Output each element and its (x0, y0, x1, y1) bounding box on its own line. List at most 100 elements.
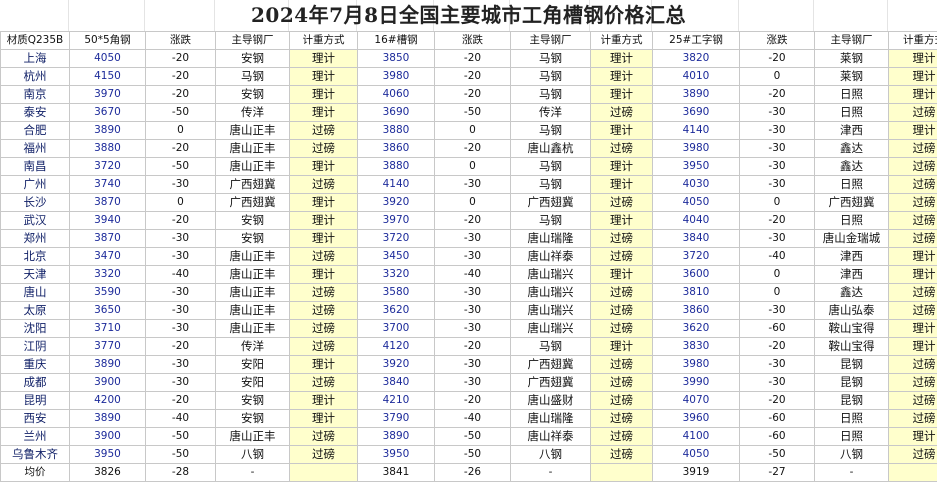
cell-channel-steel-change: -30 (434, 319, 511, 339)
cell-angle-steel-mill: 安阳 (215, 355, 290, 375)
cell-angle-steel-method: 过磅 (289, 301, 358, 321)
cell-channel-steel-price: 3970 (357, 211, 435, 231)
cell-angle-steel-change: -30 (145, 373, 216, 393)
cell-angle-steel-method: 过磅 (289, 247, 358, 267)
cell-angle-steel-price: 3650 (69, 301, 146, 321)
cell-i-beam-price: 3960 (652, 409, 740, 429)
cell-i-beam-price: 3820 (652, 49, 740, 69)
cell-angle-steel-mill: 唐山正丰 (215, 121, 290, 141)
table-row: 南京 3970 -20 安钢 理计 4060 -20 马钢 理计 3890 -20 日照 理计 (0, 85, 937, 105)
cell-channel-steel-change: -50 (434, 103, 511, 123)
cell-city: 重庆 (0, 355, 70, 375)
cell-i-beam-mill: 唐山弘泰 (814, 301, 889, 321)
cell-i-beam-change: -30 (739, 175, 815, 195)
cell-i-beam-mill: 日照 (814, 427, 889, 447)
cell-angle-steel-method: 理计 (289, 229, 358, 249)
table-row: 广州 3740 -30 广西翅冀 过磅 4140 -30 马钢 理计 4030 -30 日照 过磅 (0, 175, 937, 195)
cell-channel-steel-method: 过磅 (590, 391, 653, 411)
cell-i-beam-method: 理计 (888, 67, 937, 87)
table-row: 沈阳 3710 -30 唐山正丰 过磅 3700 -30 唐山瑞兴 过磅 3620 -60 鞍山宝得理… (0, 319, 937, 339)
cell-channel-steel-price: 3620 (357, 301, 435, 321)
cell-channel-steel-mill: 马钢 (510, 121, 591, 141)
cell-i-beam-method: 理计 (888, 85, 937, 105)
cell-i-beam-method: 过磅 (888, 355, 937, 375)
cell-city: 郑州 (0, 229, 70, 249)
cell-angle-steel-method: 过磅 (289, 175, 358, 195)
cell-i-beam-method: 过磅 (888, 391, 937, 411)
cell-i-beam-change: -20 (739, 85, 815, 105)
table-row: 江阴 3770 -20 传洋 过磅 4120 -20 马钢 理计 3830 -20 鞍山宝得 理计 (0, 337, 937, 357)
cell-angle-steel-change: -50 (145, 445, 216, 465)
cell-angle-steel-price: 3880 (69, 139, 146, 159)
cell-channel-steel-method: 过磅 (590, 283, 653, 303)
cell-angle-steel-mill: - (215, 463, 290, 483)
cell-i-beam-method: 理计 (888, 265, 937, 285)
cell-channel-steel-method: 过磅 (590, 427, 653, 447)
cell-angle-steel-mill: 广西翅冀 (215, 175, 290, 195)
cell-i-beam-price: 3840 (652, 229, 740, 249)
cell-angle-steel-method: 理计 (289, 265, 358, 285)
cell-angle-steel-method: 理计 (289, 211, 358, 231)
cell-channel-steel-method: 理计 (590, 67, 653, 87)
cell-angle-steel-price: 4200 (69, 391, 146, 411)
cell-angle-steel-mill: 唐山正丰 (215, 265, 290, 285)
table-row: 天津 3320 -40 唐山正丰 理计 3320 -40 唐山瑞兴 理计 3600 0 津西 理计 (0, 265, 937, 285)
cell-city: 江阴 (0, 337, 70, 357)
table-row: 合肥 3890 0 唐山正丰 过磅 3880 0 马钢 理计 4140 -30 津西 理计 (0, 121, 937, 141)
table-row: 成都 3900 -30 安阳 过磅 3840 -30 广西翅冀 过磅 3990 -30 昆钢 过磅 (0, 373, 937, 393)
cell-i-beam-mill: 日照 (814, 409, 889, 429)
cell-angle-steel-mill: 马钢 (215, 67, 290, 87)
cell-angle-steel-price: 3890 (69, 121, 146, 141)
cell-i-beam-change: -20 (739, 337, 815, 357)
cell-i-beam-price: 4050 (652, 193, 740, 213)
cell-angle-steel-method (289, 463, 358, 483)
cell-channel-steel-change: -20 (434, 391, 511, 411)
cell-i-beam-change: 0 (739, 67, 815, 87)
cell-angle-steel-price: 3940 (69, 211, 146, 231)
cell-channel-steel-method: 过磅 (590, 319, 653, 339)
cell-channel-steel-price: 3920 (357, 355, 435, 375)
cell-channel-steel-method: 理计 (590, 85, 653, 105)
cell-angle-steel-mill: 唐山正丰 (215, 247, 290, 267)
cell-city: 均价 (0, 463, 70, 483)
cell-channel-steel-price: 3950 (357, 445, 435, 465)
cell-angle-steel-method: 理计 (289, 67, 358, 87)
table-row: 西安 3890 -40 安钢 理计 3790 -40 唐山瑞隆 过磅 3960 -60 日照 过磅 (0, 409, 937, 429)
table-row: 太原 3650 -30 唐山正丰 过磅 3620 -30 唐山瑞兴 过磅 3860 -30 唐山弘泰过… (0, 301, 937, 321)
cell-i-beam-change: -20 (739, 211, 815, 231)
cell-angle-steel-mill: 唐山正丰 (215, 427, 290, 447)
cell-i-beam-mill: 莱钢 (814, 49, 889, 69)
cell-i-beam-change: -30 (739, 373, 815, 393)
cell-angle-steel-change: -30 (145, 319, 216, 339)
cell-angle-steel-change: -30 (145, 175, 216, 195)
cell-angle-steel-method: 理计 (289, 391, 358, 411)
cell-channel-steel-change: -30 (434, 283, 511, 303)
cell-channel-steel-change: -20 (434, 211, 511, 231)
table-row: 武汉 3940 -20 安钢 理计 3970 -20 马钢 理计 4040 -20 日照 过磅 (0, 211, 937, 231)
cell-channel-steel-change: -20 (434, 139, 511, 159)
cell-i-beam-method: 理计 (888, 121, 937, 141)
cell-angle-steel-price: 3470 (69, 247, 146, 267)
cell-angle-steel-change: -20 (145, 211, 216, 231)
cell-i-beam-mill: 日照 (814, 85, 889, 105)
cell-angle-steel-change: -50 (145, 427, 216, 447)
cell-channel-steel-method: 过磅 (590, 373, 653, 393)
cell-city: 泰安 (0, 103, 70, 123)
cell-i-beam-change: -60 (739, 409, 815, 429)
cell-channel-steel-price: 3720 (357, 229, 435, 249)
table-row: 长沙 3870 0 广西翅冀 理计 3920 0 广西翅冀 过磅 4050 0 广西翅冀 过磅 (0, 193, 937, 213)
cell-channel-steel-mill: 唐山瑞兴 (510, 265, 591, 285)
price-table: 材质Q235B 50*5角钢 涨跌 主导钢厂 计重方式 16#槽钢 涨跌 主导钢厂 计重方式 25… (0, 30, 937, 483)
cell-channel-steel-change: -30 (434, 373, 511, 393)
cell-city: 南昌 (0, 157, 70, 177)
header-angle-steel-change: 涨跌 (145, 30, 216, 51)
cell-i-beam-change: -30 (739, 103, 815, 123)
cell-city: 成都 (0, 373, 70, 393)
cell-angle-steel-price: 3720 (69, 157, 146, 177)
header-i-beam-price: 25#工字钢 (652, 30, 740, 51)
cell-i-beam-price: 3720 (652, 247, 740, 267)
cell-i-beam-price: 4100 (652, 427, 740, 447)
cell-angle-steel-mill: 安钢 (215, 229, 290, 249)
cell-angle-steel-price: 3950 (69, 445, 146, 465)
cell-angle-steel-price: 3900 (69, 373, 146, 393)
